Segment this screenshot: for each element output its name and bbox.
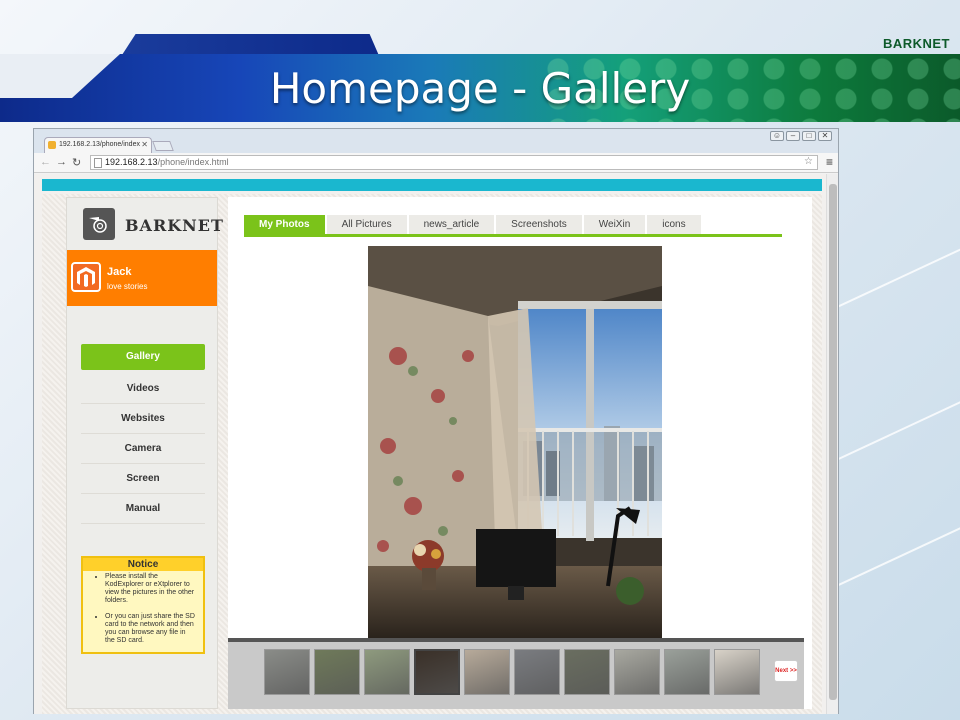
notice-item: Please install the KodExplorer or eXtplo… <box>105 573 197 605</box>
new-tab-button[interactable] <box>152 141 174 151</box>
sidebar-item-websites[interactable]: Websites <box>81 404 205 434</box>
close-window-button[interactable]: ✕ <box>818 131 832 141</box>
slide-brand: BARKNET <box>882 36 950 51</box>
browser-tab-title: 192.168.2.13/phone/index <box>59 141 140 148</box>
sidebar-item-manual[interactable]: Manual <box>81 494 205 524</box>
sidebar-item-screen[interactable]: Screen <box>81 464 205 494</box>
thumbnail[interactable] <box>364 649 410 695</box>
notice-title: Notice <box>83 558 203 571</box>
browser-tab[interactable]: 192.168.2.13/phone/index ✕ <box>44 137 152 153</box>
page-body: BARKNET Jack love stories Gallery Videos… <box>42 194 822 714</box>
thumbnail[interactable] <box>414 649 460 695</box>
minimize-button[interactable]: – <box>786 131 800 141</box>
scrollbar[interactable] <box>826 174 838 714</box>
sidebar-item-videos[interactable]: Videos <box>81 374 205 404</box>
forward-arrow-icon[interactable]: → <box>56 156 67 168</box>
thumbnail-strip: Next >> <box>228 638 804 709</box>
user-icon[interactable]: ☺ <box>770 131 784 141</box>
sidebar: BARKNET Jack love stories Gallery Videos… <box>66 197 223 709</box>
barknet-logo-icon[interactable] <box>83 208 115 240</box>
tab-all-pictures[interactable]: All Pictures <box>326 215 407 234</box>
header-bar <box>42 179 822 191</box>
main-photo[interactable] <box>368 246 662 638</box>
close-tab-icon[interactable]: ✕ <box>141 140 148 149</box>
sidebar-menu: Gallery Videos Websites Camera Screen Ma… <box>81 344 205 524</box>
tab-weixin[interactable]: WeiXin <box>583 215 646 234</box>
sidebar-item-camera[interactable]: Camera <box>81 434 205 464</box>
gallery-tabs: My Photos All Pictures news_article Scre… <box>244 215 782 237</box>
thumbnail[interactable] <box>264 649 310 695</box>
favicon-icon <box>48 141 56 149</box>
notice-list: Please install the KodExplorer or eXtplo… <box>83 571 203 645</box>
browser-toolbar: ← → ↻ 192.168.2.13/phone/index.html ☆ ≡ <box>34 153 838 173</box>
url-host: 192.168.2.13 <box>105 157 158 167</box>
window-controls: ☺ – □ ✕ <box>770 131 832 141</box>
back-arrow-icon[interactable]: ← <box>40 156 51 168</box>
page-viewport: BARKNET Jack love stories Gallery Videos… <box>34 174 838 714</box>
tab-my-photos[interactable]: My Photos <box>244 215 325 234</box>
thumbnail[interactable] <box>514 649 560 695</box>
page-icon <box>94 158 102 168</box>
scrollbar-thumb[interactable] <box>829 184 837 700</box>
browser-window: 192.168.2.13/phone/index ✕ ☺ – □ ✕ ← → ↻… <box>33 128 839 714</box>
user-profile: Jack love stories <box>67 250 217 306</box>
reload-icon[interactable]: ↻ <box>72 156 81 169</box>
thumbnail-list <box>264 649 760 695</box>
tab-icons[interactable]: icons <box>647 215 701 234</box>
user-name: Jack <box>107 266 132 278</box>
notice-item: Or you can just share the SD card to the… <box>105 613 197 645</box>
sidebar-item-gallery[interactable]: Gallery <box>81 344 205 370</box>
thumbnail[interactable] <box>314 649 360 695</box>
thumbnail[interactable] <box>714 649 760 695</box>
menu-icon[interactable]: ≡ <box>826 155 833 169</box>
thumbnail[interactable] <box>614 649 660 695</box>
maximize-button[interactable]: □ <box>802 131 816 141</box>
slide-title: Homepage - Gallery <box>269 64 691 113</box>
gallery-panel: My Photos All Pictures news_article Scre… <box>228 197 812 709</box>
tab-screenshots[interactable]: Screenshots <box>496 215 582 234</box>
bookmark-star-icon[interactable]: ☆ <box>804 156 813 167</box>
site-logo-text: BARKNET <box>125 216 224 235</box>
magento-icon <box>71 262 101 292</box>
tab-strip: 192.168.2.13/phone/index ✕ ☺ – □ ✕ <box>34 129 838 153</box>
thumbnail[interactable] <box>464 649 510 695</box>
tab-news-article[interactable]: news_article <box>408 215 495 234</box>
thumbnail[interactable] <box>564 649 610 695</box>
user-motto: love stories <box>107 282 148 291</box>
notice-box: Notice Please install the KodExplorer or… <box>81 556 205 654</box>
address-bar[interactable]: 192.168.2.13/phone/index.html ☆ <box>90 155 818 170</box>
thumbnail[interactable] <box>664 649 710 695</box>
next-button[interactable]: Next >> <box>774 660 798 682</box>
url-path: /phone/index.html <box>157 157 229 167</box>
